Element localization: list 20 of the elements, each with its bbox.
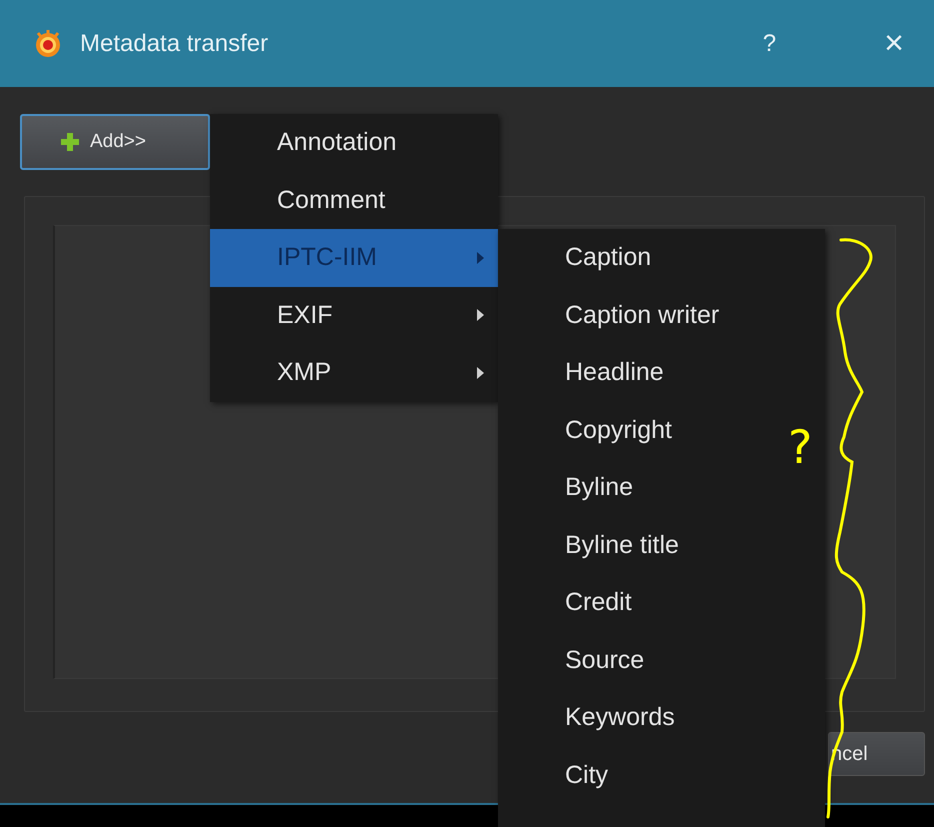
close-button[interactable]: × [878,24,910,63]
plus-icon [60,132,80,152]
submenu-item[interactable]: Credit [498,574,783,632]
handwritten-question-mark: ? [788,420,812,474]
submenu-item[interactable]: Source [498,632,783,689]
submenu-item[interactable]: Caption [498,229,783,286]
submenu-item[interactable]: City [498,746,783,804]
window-title: Metadata transfer [80,30,270,58]
help-button[interactable]: ? [756,30,782,58]
submenu-item[interactable]: Copyright [498,402,783,459]
menu-item[interactable]: Comment [210,172,498,229]
submenu-item[interactable]: Byline [498,459,783,516]
submenu-item[interactable]: Headline [498,344,783,402]
submenu-item[interactable]: Byline title [498,516,783,574]
submenu-item[interactable]: Keywords [498,689,783,746]
submenu-item[interactable]: Caption writer [498,286,783,344]
menu-item[interactable]: Annotation [210,114,498,172]
menu-item[interactable]: XMP [210,344,498,402]
menu-item[interactable]: EXIF [210,286,498,344]
add-button[interactable]: Add>> [20,114,210,170]
